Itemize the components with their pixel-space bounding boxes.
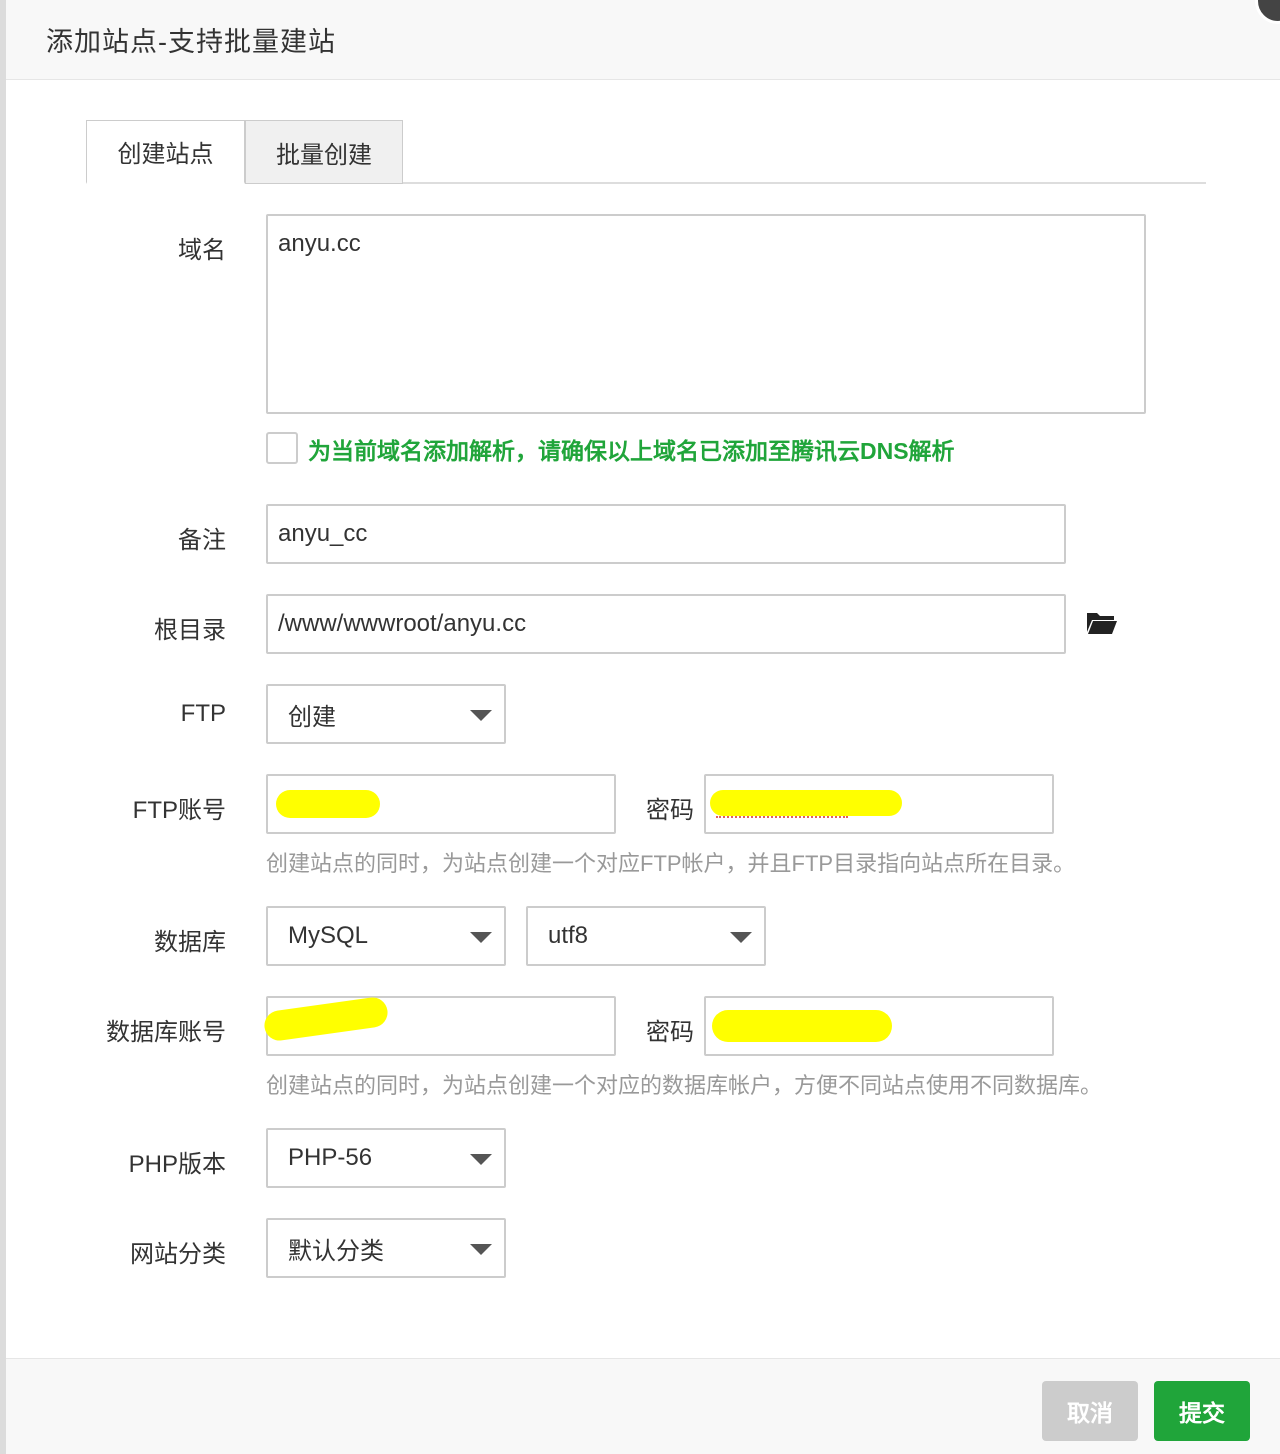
php-version-selected: PHP-56 (288, 1144, 373, 1171)
root-dir-value: /www/wwwroot/anyu.cc (278, 610, 527, 637)
db-account-label: 数据库账号 (106, 1019, 226, 1046)
spellcheck-underline (716, 816, 848, 818)
tab-bar: 创建站点 批量创建 (86, 120, 1206, 184)
chevron-down-icon (470, 1154, 492, 1165)
dialog-title: 添加站点-支持批量建站 (46, 27, 336, 57)
remark-label: 备注 (178, 527, 226, 554)
folder-open-icon[interactable] (1086, 610, 1118, 636)
chevron-down-icon (470, 1244, 492, 1255)
site-category-selected: 默认分类 (288, 1237, 384, 1265)
remark-input[interactable]: anyu_cc (266, 504, 1066, 564)
chevron-down-icon (470, 932, 492, 943)
database-label: 数据库 (154, 929, 226, 956)
cancel-button[interactable]: 取消 (1042, 1381, 1138, 1441)
chevron-down-icon (730, 932, 752, 943)
root-dir-input[interactable]: /www/wwwroot/anyu.cc (266, 594, 1066, 654)
php-version-label: PHP版本 (128, 1151, 226, 1178)
dialog-header: 添加站点-支持批量建站 (6, 0, 1280, 80)
chevron-down-icon (470, 710, 492, 721)
domain-label: 域名 (178, 237, 226, 264)
submit-button[interactable]: 提交 (1154, 1381, 1250, 1441)
domain-value: anyu.cc (278, 230, 361, 257)
database-type-select[interactable]: MySQL (266, 906, 506, 966)
ftp-selected: 创建 (288, 703, 336, 731)
database-charset-select[interactable]: utf8 (526, 906, 766, 966)
redaction-mark (712, 1010, 892, 1042)
redaction-mark (276, 790, 380, 818)
redaction-mark (710, 790, 902, 816)
domain-textarea[interactable]: anyu.cc (266, 214, 1146, 414)
ftp-select[interactable]: 创建 (266, 684, 506, 744)
db-hint: 创建站点的同时，为站点创建一个对应的数据库帐户，方便不同站点使用不同数据库。 (266, 1073, 1103, 1098)
site-category-label: 网站分类 (130, 1241, 226, 1268)
db-password-label: 密码 (646, 1019, 694, 1046)
ftp-hint: 创建站点的同时，为站点创建一个对应FTP帐户，并且FTP目录指向站点所在目录。 (266, 851, 1076, 876)
tab-batch-create[interactable]: 批量创建 (245, 120, 403, 184)
dialog-footer: 取消 提交 (6, 1358, 1280, 1454)
ftp-label: FTP (180, 700, 226, 727)
database-charset-selected: utf8 (548, 922, 589, 949)
dns-resolve-label: 为当前域名添加解析，请确保以上域名已添加至腾讯云DNS解析 (308, 438, 955, 464)
database-type-selected: MySQL (288, 922, 369, 949)
dns-resolve-checkbox[interactable] (266, 432, 298, 464)
ftp-password-label: 密码 (646, 797, 694, 824)
php-version-select[interactable]: PHP-56 (266, 1128, 506, 1188)
site-category-select[interactable]: 默认分类 (266, 1218, 506, 1278)
page-left-edge (0, 0, 6, 1454)
tab-create-site[interactable]: 创建站点 (86, 120, 245, 184)
remark-value: anyu_cc (278, 520, 368, 547)
ftp-account-label: FTP账号 (132, 797, 226, 824)
root-dir-label: 根目录 (154, 617, 226, 644)
